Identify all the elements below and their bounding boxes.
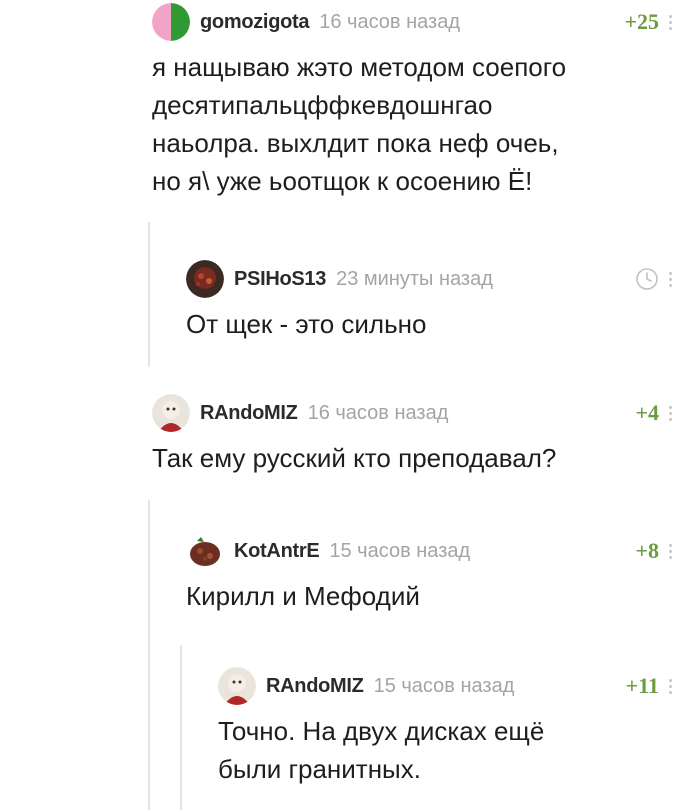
avatar[interactable] [152, 3, 190, 41]
rating: +8 [635, 538, 659, 563]
more-options-icon[interactable] [669, 405, 672, 421]
thread-line [180, 645, 182, 810]
thread-line [148, 222, 150, 367]
username[interactable]: RAndoMIZ [200, 402, 298, 425]
comment: RAndoMIZ 16 часов назад +4 Так ему русск… [152, 393, 672, 477]
username[interactable]: PSIHoS13 [234, 268, 326, 291]
rating: +11 [625, 673, 659, 698]
comment-text: Так ему русский кто преподавал? [152, 443, 557, 473]
comment-header: RAndoMIZ 16 часов назад +4 [152, 393, 672, 433]
comment-text: Точно. На двух дисках ещё были гранитных… [218, 716, 545, 784]
comment: RAndoMIZ 15 часов назад +11 Точно. На дв… [218, 666, 672, 788]
comment: PSIHoS13 23 минуты назад От щек - это си… [186, 259, 672, 343]
more-options-icon[interactable] [669, 14, 672, 30]
username[interactable]: gomozigota [200, 11, 310, 34]
more-options-icon[interactable] [669, 678, 672, 694]
comment-header: RAndoMIZ 15 часов назад +11 [218, 666, 672, 706]
more-options-icon[interactable] [669, 271, 672, 287]
avatar[interactable] [186, 260, 224, 298]
timestamp[interactable]: 16 часов назад [308, 402, 449, 425]
comment: KotAntrE 15 часов назад +8 Кирилл и Мефо… [186, 531, 672, 615]
username[interactable]: RAndoMIZ [266, 675, 364, 698]
timestamp[interactable]: 23 минуты назад [336, 268, 493, 291]
comment-header: PSIHoS13 23 минуты назад [186, 259, 672, 299]
avatar[interactable] [152, 394, 190, 432]
avatar[interactable] [186, 532, 224, 570]
timestamp[interactable]: 16 часов назад [319, 11, 460, 34]
thread-line [148, 500, 150, 810]
timestamp[interactable]: 15 часов назад [329, 540, 470, 563]
rating: +25 [624, 9, 659, 34]
comment-header: KotAntrE 15 часов назад +8 [186, 531, 672, 571]
comment-header: gomozigota 16 часов назад +25 [152, 2, 672, 42]
more-options-icon[interactable] [669, 543, 672, 559]
timestamp[interactable]: 15 часов назад [374, 675, 515, 698]
comment-text: От щек - это сильно [186, 309, 427, 339]
rating: +4 [635, 400, 659, 425]
avatar[interactable] [218, 667, 256, 705]
username[interactable]: KotAntrE [234, 540, 320, 563]
comment-text: Кирилл и Мефодий [186, 581, 420, 611]
comment: gomozigota 16 часов назад +25 я нащываю … [152, 2, 672, 200]
clock-icon[interactable] [635, 267, 659, 291]
comment-text: я нащываю жэто методом соепого десятипал… [152, 52, 567, 196]
